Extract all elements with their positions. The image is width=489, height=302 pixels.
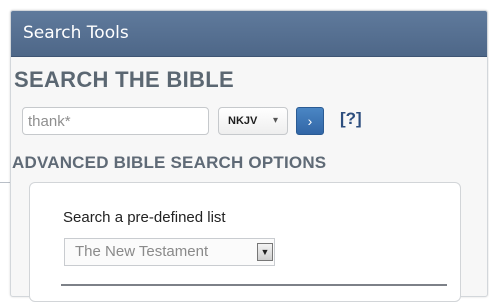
search-help-link[interactable]: [?]	[340, 109, 362, 129]
section-divider	[61, 284, 447, 286]
chevron-right-icon: ›	[307, 113, 313, 129]
advanced-search-heading: ADVANCED BIBLE SEARCH OPTIONS	[12, 153, 327, 172]
chevron-down-icon: ▾	[272, 115, 278, 126]
predefined-list-label: Search a pre-defined list	[63, 209, 226, 226]
search-go-button[interactable]: ›	[296, 107, 324, 135]
panel-title: Search Tools	[23, 23, 129, 43]
search-input[interactable]	[22, 107, 209, 135]
predefined-list-value: The New Testament	[75, 243, 209, 260]
bible-version-value: NKJV	[228, 115, 258, 127]
dropdown-arrow-icon[interactable]: ▼	[257, 243, 273, 261]
bible-version-select[interactable]: NKJV ▾	[218, 107, 288, 135]
predefined-list-select[interactable]: The New Testament ▼	[64, 238, 275, 266]
panel-header: Search Tools	[11, 11, 487, 57]
search-bible-heading: SEARCH THE BIBLE	[14, 67, 234, 92]
